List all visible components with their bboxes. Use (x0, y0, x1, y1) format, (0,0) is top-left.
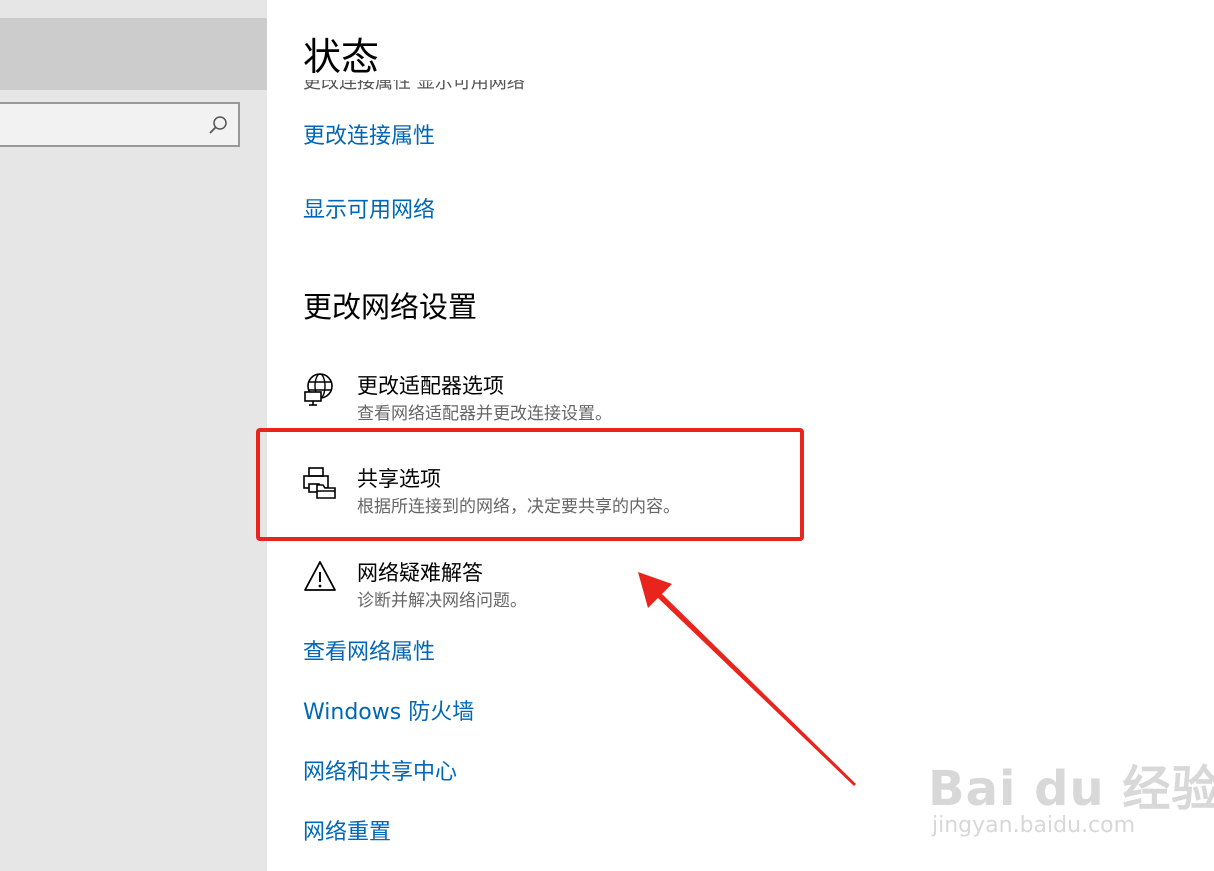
watermark-url: jingyan.baidu.com (932, 813, 1136, 838)
page-title: 状态 (303, 35, 380, 79)
view-network-properties-link[interactable]: 查看网络属性 (303, 634, 435, 666)
clipped-scrolled-text: 更改连接属性 显示可用网络 (303, 80, 603, 90)
search-input[interactable] (0, 102, 240, 147)
red-highlight-box (256, 428, 804, 541)
option-description: 诊断并解决网络问题。 (357, 591, 527, 611)
red-arrow-annotation (638, 572, 856, 786)
warning-icon (304, 561, 336, 591)
option-title: 更改适配器选项 (357, 374, 504, 398)
option-change-adapter[interactable]: 更改适配器选项 查看网络适配器并更改连接设置。 (303, 370, 803, 430)
network-sharing-center-link[interactable]: 网络和共享中心 (303, 754, 457, 786)
watermark-brand: Bai du 经验 (928, 761, 1214, 817)
baidu-watermark: Bai du 经验 jingyan.baidu.com (928, 735, 1214, 855)
change-connection-properties-link[interactable]: 更改连接属性 (303, 118, 435, 150)
option-description: 查看网络适配器并更改连接设置。 (357, 404, 612, 424)
option-title: 网络疑难解答 (357, 561, 483, 585)
section-title-change-network-settings: 更改网络设置 (303, 290, 478, 324)
sidebar-selected-item[interactable] (0, 18, 267, 90)
search-icon[interactable] (208, 115, 228, 135)
network-adapter-icon (304, 373, 333, 406)
windows-firewall-link[interactable]: Windows 防火墙 (303, 694, 474, 726)
sidebar (0, 0, 267, 871)
network-reset-link[interactable]: 网络重置 (303, 814, 391, 846)
show-available-networks-link[interactable]: 显示可用网络 (303, 192, 435, 224)
